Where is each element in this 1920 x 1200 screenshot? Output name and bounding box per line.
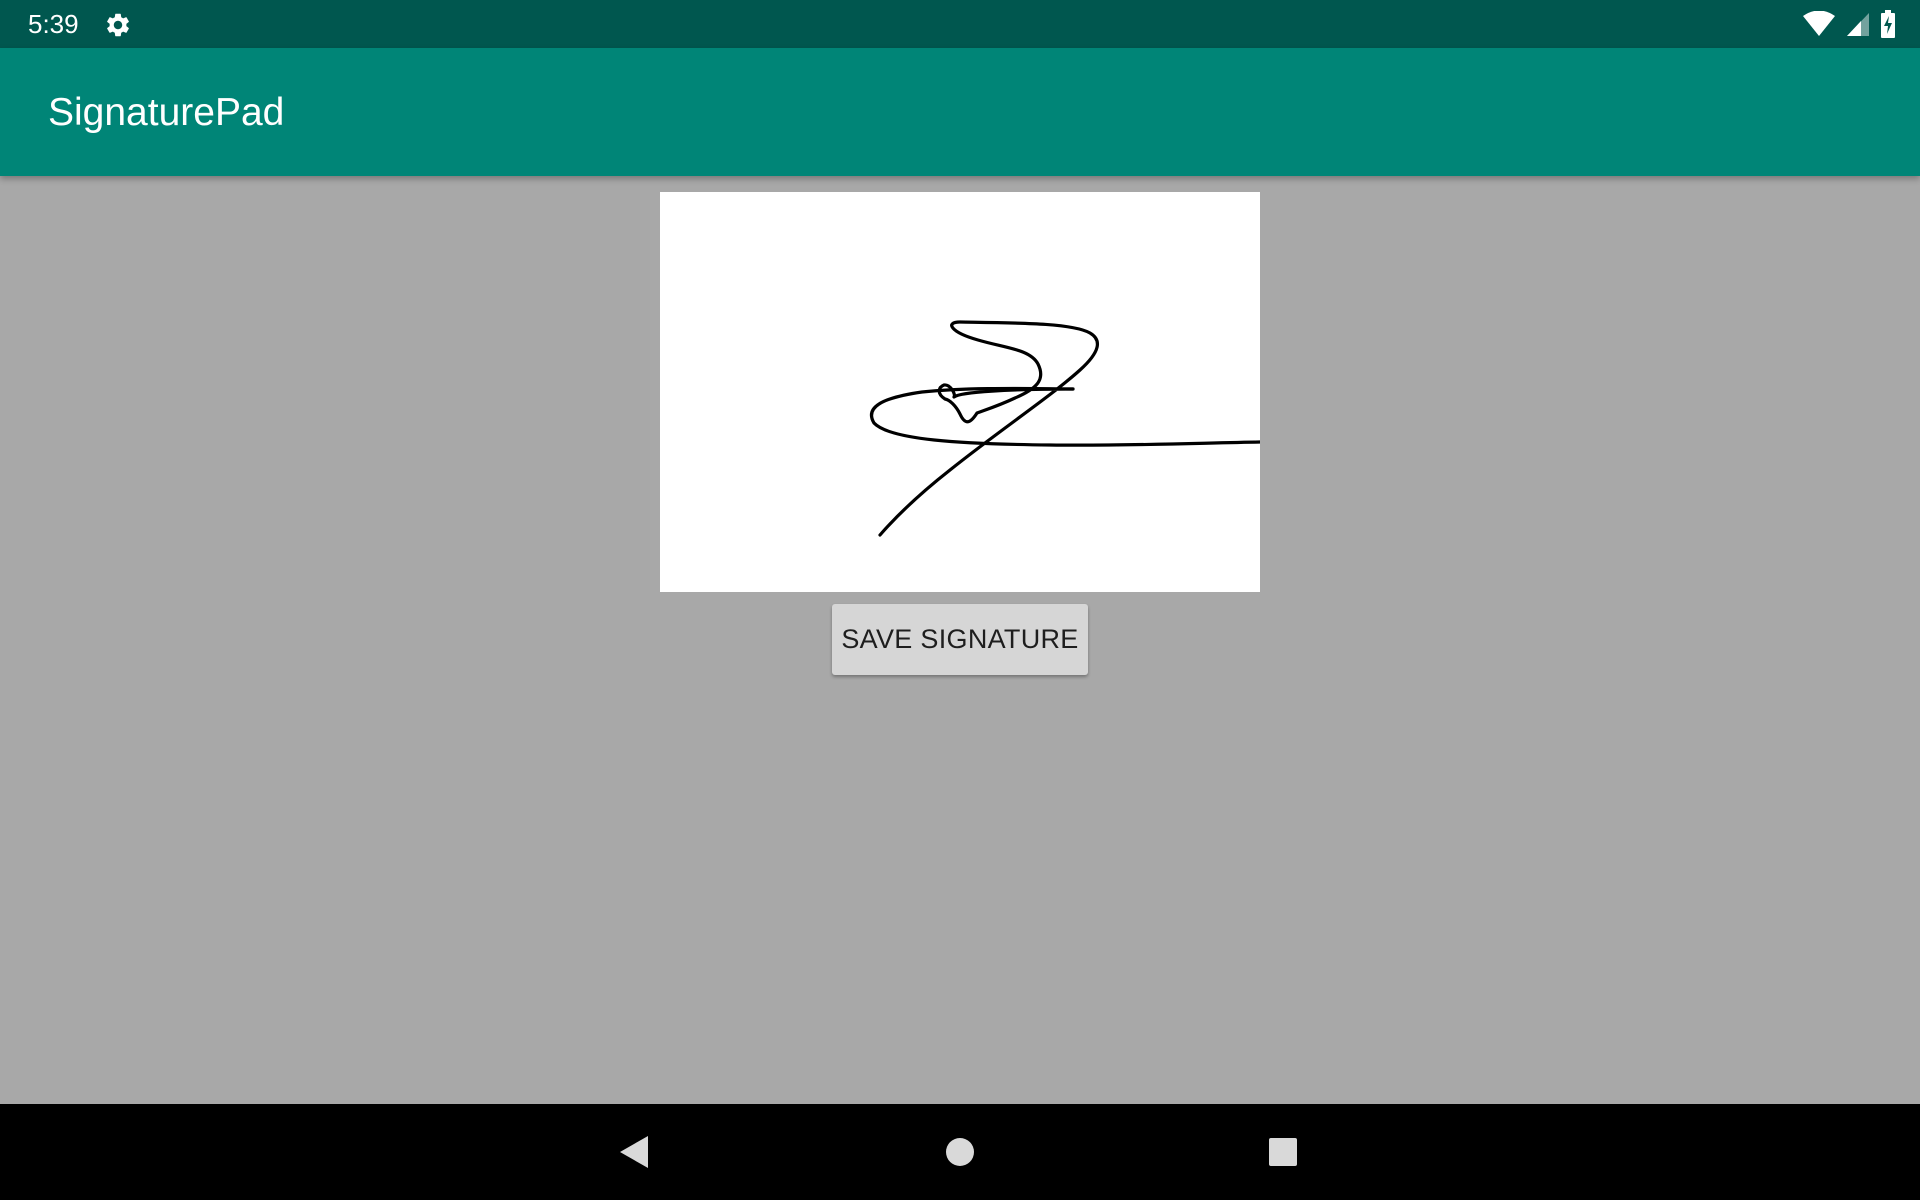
- cell-signal-icon: [1846, 11, 1870, 37]
- recents-icon[interactable]: [1235, 1104, 1331, 1200]
- app-bar: SignaturePad: [0, 48, 1920, 176]
- wifi-icon: [1802, 11, 1836, 37]
- gear-icon: [104, 11, 132, 39]
- back-icon[interactable]: [586, 1104, 682, 1200]
- status-bar: 5:39: [0, 0, 1920, 48]
- navigation-bar: [0, 1104, 1920, 1200]
- battery-charging-icon: [1880, 10, 1896, 38]
- status-icons: [1802, 10, 1896, 38]
- signature-pad[interactable]: [660, 192, 1260, 592]
- home-icon[interactable]: [912, 1104, 1008, 1200]
- save-signature-button[interactable]: SAVE SIGNATURE: [832, 604, 1088, 675]
- signature-stroke: [869, 320, 1260, 537]
- status-time: 5:39: [28, 9, 79, 39]
- app-title: SignaturePad: [48, 91, 285, 134]
